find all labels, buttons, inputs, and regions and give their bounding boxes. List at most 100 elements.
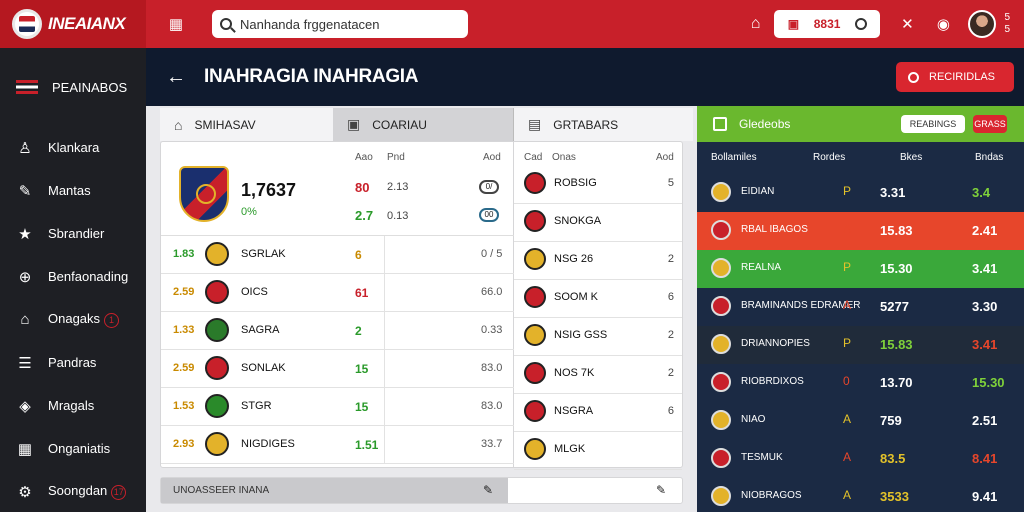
sidebar-item-menu[interactable]: PEAINABOS	[0, 48, 146, 126]
row-value[interactable]: 2	[355, 324, 362, 338]
table-row[interactable]: 2.93 NIGDIGES 1.51 33.7	[161, 426, 514, 464]
list-item[interactable]: NSIG GSS 2	[514, 318, 682, 356]
info-icon[interactable]: ◉	[934, 15, 952, 33]
team-name: MLGK	[554, 443, 586, 455]
leaderboard-row[interactable]: REALNA P 15.30 3.41	[697, 250, 1024, 288]
sidebar-item-3[interactable]: ★ Sbrandier	[0, 212, 146, 255]
header-search-button[interactable]: RECIRIDLAS	[896, 62, 1014, 92]
tools-icon[interactable]: ✕	[898, 15, 916, 33]
toggle-pill[interactable]: 0/	[479, 180, 499, 194]
footer-input[interactable]: UNOASSEER INANA	[161, 478, 508, 503]
row-value[interactable]: 3.4	[972, 185, 990, 200]
list-item[interactable]: ROBSIG 5	[514, 166, 682, 204]
team-crest-icon	[524, 438, 546, 460]
row-odd[interactable]: 1.53	[173, 400, 194, 412]
row-odd[interactable]: 2.93	[173, 438, 194, 450]
row-value[interactable]: 759	[880, 413, 902, 428]
table-row[interactable]: 1.33 SAGRA 2 0.33	[161, 312, 514, 350]
toggle-pill[interactable]: 00	[479, 208, 499, 222]
sidebar-item-7[interactable]: ◈ Mragals	[0, 384, 146, 427]
row-value[interactable]: 15.83	[880, 223, 913, 238]
row-value[interactable]: 15	[355, 400, 368, 414]
list-item[interactable]: NOS 7K 2	[514, 356, 682, 394]
user-info[interactable]: 5 5	[1004, 12, 1010, 36]
list-item[interactable]: NSG 26 2	[514, 242, 682, 280]
table-row[interactable]: 1.53 STGR 15 83.0	[161, 388, 514, 426]
row-value[interactable]: 3.41	[972, 337, 997, 352]
row-value[interactable]: 3533	[880, 489, 909, 504]
sidebar-badge: 1	[104, 313, 120, 328]
row-value[interactable]: 15.83	[880, 337, 913, 352]
featured-percent: 0%	[241, 206, 257, 218]
tab-2[interactable]: ▣ COARIAU	[333, 108, 513, 141]
featured-odd-red[interactable]: 80	[355, 180, 369, 195]
row-value[interactable]: 9.41	[972, 489, 997, 504]
table-row[interactable]: 1.83 SGRLAK 6 0 / 5	[161, 236, 514, 274]
team-crest-icon	[205, 356, 229, 380]
leaderboard-row[interactable]: EIDIAN P 3.31 3.4	[697, 174, 1024, 212]
sidebar-item-1[interactable]: ♙ Klankara	[0, 126, 146, 169]
list-item[interactable]: MLGK	[514, 432, 682, 470]
row-value[interactable]: 15.30	[880, 261, 913, 276]
row-value[interactable]: 3.41	[972, 261, 997, 276]
sidebar-item-4[interactable]: ⊕ Benfaonading	[0, 255, 146, 298]
row-value[interactable]: 5277	[880, 299, 909, 314]
search-input[interactable]: Nanhanda frggenatacen	[212, 10, 468, 38]
row-value[interactable]: 61	[355, 286, 368, 300]
row-value[interactable]: 3.30	[972, 299, 997, 314]
row-odd[interactable]: 1.33	[173, 324, 194, 336]
table-row[interactable]: 2.59 SONLAK 15 83.0	[161, 350, 514, 388]
featured-match[interactable]: Aao Pnd Aod 1,7637 0% 80 2.7 2.13 0.13 0…	[161, 142, 514, 236]
edit-icon[interactable]: ✎	[656, 483, 666, 497]
leaderboard-row[interactable]: NIAO A 759 2.51	[697, 402, 1024, 440]
leaderboard-row[interactable]: RBAL IBAGOS A 15.83 2.41	[697, 212, 1024, 250]
avatar[interactable]	[968, 10, 997, 38]
chart-icon: ▣	[347, 116, 361, 132]
tab-1[interactable]: ⌂ SMIHASAV	[160, 108, 333, 141]
brand[interactable]: INEAIANX	[0, 0, 146, 48]
row-value[interactable]: 3.31	[880, 185, 905, 200]
sidebar-item-2[interactable]: ✎ Mantas	[0, 169, 146, 212]
row-value[interactable]: 83.5	[880, 451, 905, 466]
leaderboard-row[interactable]: TESMUK A 83.5 8.41	[697, 440, 1024, 478]
list-item[interactable]: NSGRA 6	[514, 394, 682, 432]
row-value[interactable]: 1.51	[355, 438, 378, 452]
row-value[interactable]: 6	[355, 248, 362, 262]
row-odd[interactable]: 1.83	[173, 248, 194, 260]
row-value[interactable]: 15.30	[972, 375, 1005, 390]
edit-icon[interactable]: ✎	[483, 483, 493, 497]
row-value[interactable]: 2.51	[972, 413, 997, 428]
row-indicator: P	[843, 336, 852, 350]
balance-widget[interactable]: ▣ 8831	[774, 10, 881, 38]
row-indicator: A	[843, 488, 852, 502]
team-crest-icon	[711, 220, 731, 240]
notification-icon[interactable]: ⌂	[751, 15, 761, 33]
sidebar-item-5[interactable]: ⌂ Onagaks 1	[0, 298, 146, 341]
filter-pill[interactable]: REABINGS	[901, 115, 965, 133]
filter-pill[interactable]: GRASS	[973, 115, 1007, 133]
row-value: 6	[667, 291, 674, 303]
grid-icon[interactable]: ▦	[166, 15, 186, 33]
tab-3[interactable]: ▤ GRTABARS	[513, 108, 693, 141]
row-value[interactable]: 15	[355, 362, 368, 376]
sidebar-item-6[interactable]: ☰ Pandras	[0, 341, 146, 384]
leaderboard-row[interactable]: NIOBRAGOS A 3533 9.41	[697, 478, 1024, 512]
list-item[interactable]: SOOM K 6	[514, 280, 682, 318]
row-value[interactable]: 13.70	[880, 375, 913, 390]
featured-odd-green[interactable]: 2.7	[355, 208, 373, 223]
leaderboard-row[interactable]: BRAMINANDS EDRAMER A 5277 3.30	[697, 288, 1024, 326]
leaderboard-row[interactable]: DRIANNOPIES P 15.83 3.41	[697, 326, 1024, 364]
row-value[interactable]: 8.41	[972, 451, 997, 466]
sidebar-item-9[interactable]: ⚙ Soongdan 17	[0, 470, 146, 512]
row-value[interactable]: 2.41	[972, 223, 997, 238]
row-odd[interactable]: 2.59	[173, 286, 194, 298]
leaderboard-row[interactable]: RIOBRDIXOS 0 13.70 15.30	[697, 364, 1024, 402]
table-row[interactable]: 2.59 OICS 61 66.0	[161, 274, 514, 312]
list-item[interactable]: SNOKGA	[514, 204, 682, 242]
team-crest-icon	[205, 318, 229, 342]
globe-icon: ⊕	[18, 268, 32, 286]
divider	[384, 236, 385, 274]
sidebar-item-8[interactable]: ▦ Onganiatis	[0, 427, 146, 470]
back-arrow-icon[interactable]: ←	[166, 66, 186, 89]
row-odd[interactable]: 2.59	[173, 362, 194, 374]
